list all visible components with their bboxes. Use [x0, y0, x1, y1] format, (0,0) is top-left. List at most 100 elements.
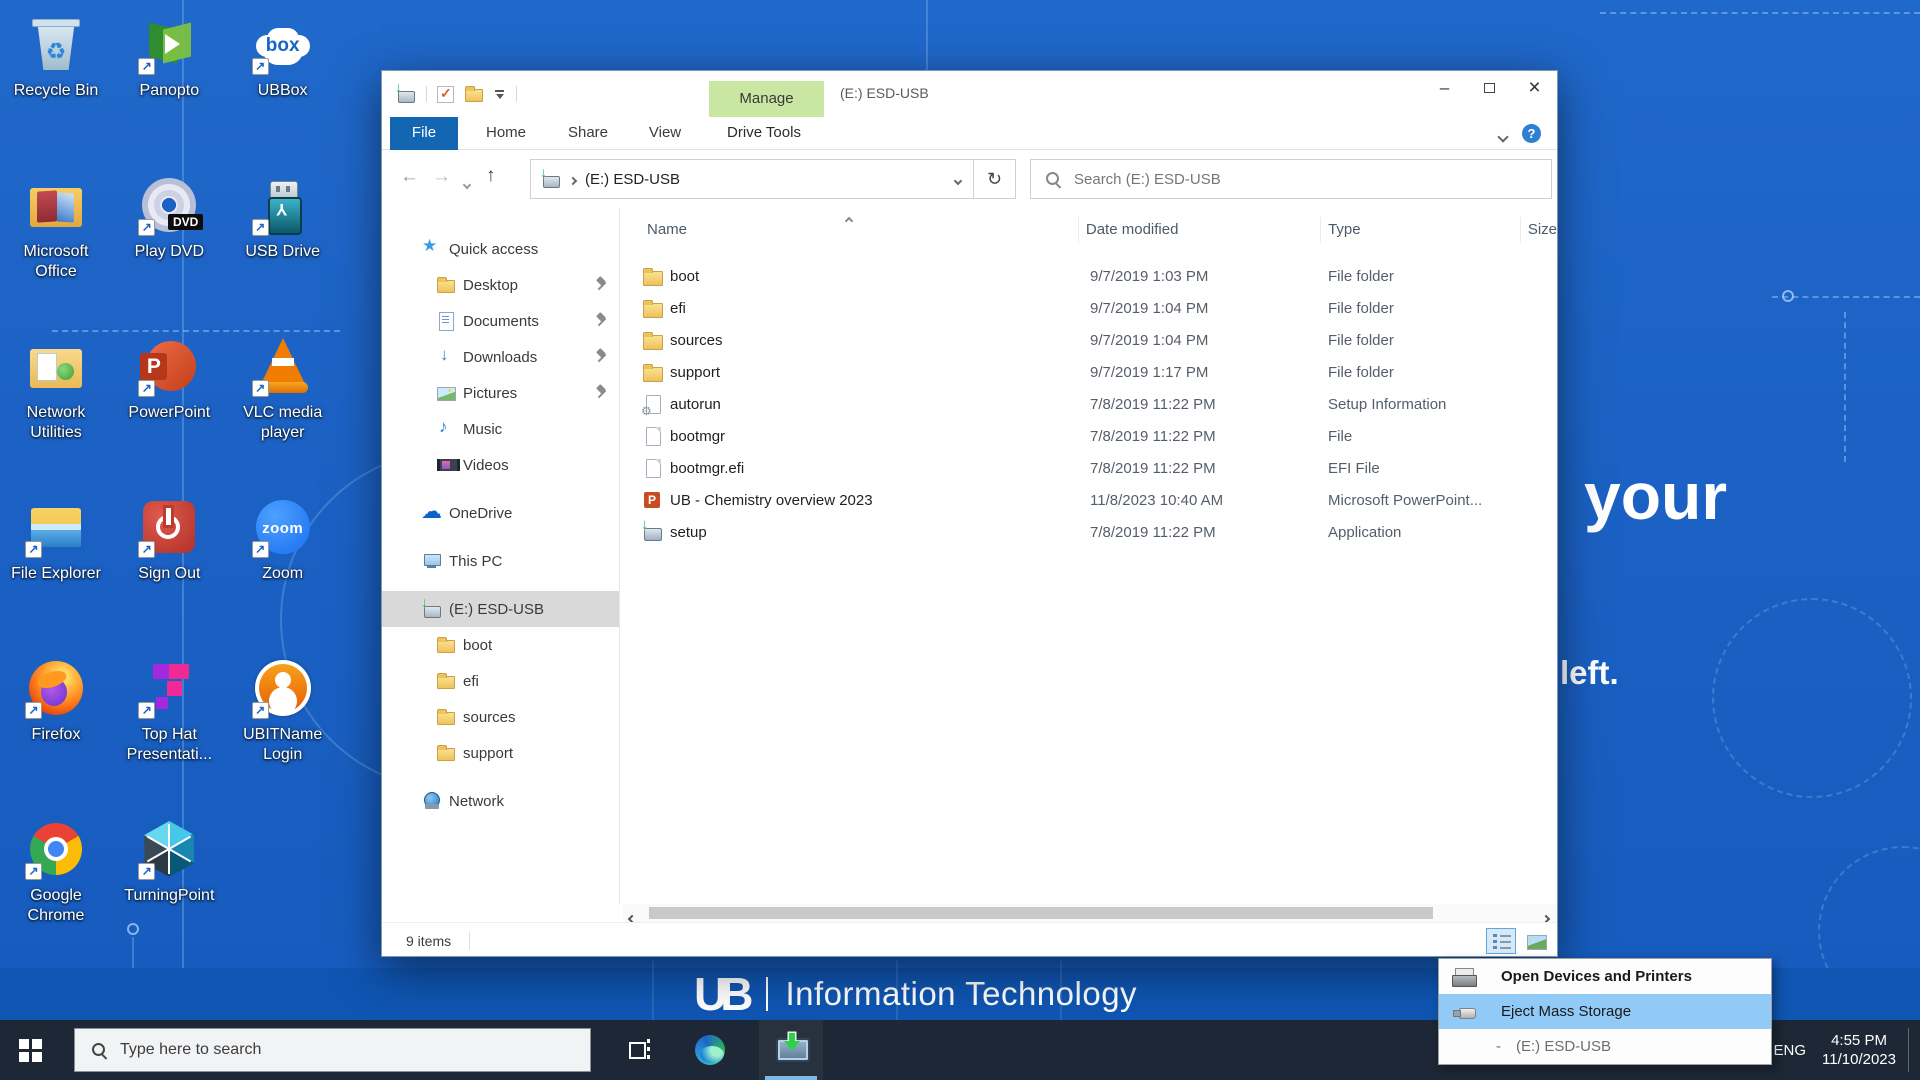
breadcrumb-chevron-icon[interactable]	[570, 171, 576, 188]
file-date-modified: 9/7/2019 1:17 PM	[1083, 364, 1321, 381]
file-row[interactable]: support 9/7/2019 1:17 PM File folder	[620, 356, 1557, 388]
back-button[interactable]: ←	[400, 166, 419, 188]
close-button[interactable]: ×	[1512, 71, 1557, 105]
customize-qat-icon[interactable]	[494, 88, 506, 100]
nav-item[interactable]: Videos	[382, 447, 619, 483]
sort-ascending-icon[interactable]	[846, 211, 852, 228]
file-row[interactable]: bootmgr 7/8/2019 11:22 PM File	[620, 420, 1557, 452]
nav-item[interactable]: (E:) ESD-USB	[382, 591, 619, 627]
file-row[interactable]: efi 9/7/2019 1:04 PM File folder	[620, 292, 1557, 324]
nav-item[interactable]: OneDrive	[382, 495, 619, 531]
desktop-icon-panopto[interactable]: Panopto	[113, 6, 225, 167]
window-title: (E:) ESD-USB	[840, 85, 929, 101]
desktop-icon-turningpoint[interactable]: TurningPoint	[113, 811, 225, 972]
file-row[interactable]: setup 7/8/2019 11:22 PM Application	[620, 516, 1557, 548]
recent-locations-icon[interactable]	[464, 175, 470, 192]
file-row[interactable]: sources 9/7/2019 1:04 PM File folder	[620, 324, 1557, 356]
taskbar-clock[interactable]: 4:55 PM 11/10/2023	[1822, 1031, 1896, 1069]
language-indicator[interactable]: ENG	[1774, 1042, 1807, 1059]
desktop-icon-label: Top Hat Presentati...	[114, 725, 224, 765]
new-folder-icon[interactable]	[464, 84, 484, 104]
scrollbar-thumb[interactable]	[649, 907, 1433, 919]
nav-item[interactable]: Network	[382, 783, 619, 819]
details-view-button[interactable]	[1486, 928, 1516, 954]
desktop-icon-microsoft-office[interactable]: Microsoft Office	[0, 167, 112, 328]
tab-file[interactable]: File	[390, 117, 458, 150]
help-button[interactable]: ?	[1522, 124, 1541, 143]
desktop-icon-file-explorer[interactable]: File Explorer	[0, 489, 112, 650]
eject-menu-item[interactable]: Eject Mass Storage	[1439, 994, 1771, 1029]
address-dropdown-icon[interactable]	[955, 171, 961, 188]
eject-menu-item[interactable]: Open Devices and Printers	[1439, 959, 1771, 994]
desktop-icon-google-chrome[interactable]: Google Chrome	[0, 811, 112, 972]
contextual-tab-manage[interactable]: Manage	[709, 81, 824, 117]
desktop-icon-vlc[interactable]: VLC media player	[227, 328, 339, 489]
expand-ribbon-icon[interactable]	[1499, 128, 1507, 145]
ub-logo: UB	[694, 967, 766, 1021]
address-bar[interactable]: (E:) ESD-USB	[530, 159, 974, 199]
window-titlebar[interactable]: Manage (E:) ESD-USB – ×	[382, 71, 1557, 117]
shortcut-arrow-icon	[138, 380, 155, 397]
breadcrumb[interactable]: (E:) ESD-USB	[585, 171, 680, 188]
nav-item[interactable]: Downloads	[382, 339, 619, 375]
explorer-search-box[interactable]	[1030, 159, 1552, 199]
tab-view[interactable]: View	[637, 117, 693, 150]
desktop-icon-network-utilities[interactable]: Network Utilities	[0, 328, 112, 489]
column-header-date-modified[interactable]: Date modified	[1078, 217, 1320, 243]
toolbar-separator	[426, 86, 427, 102]
tab-drive-tools[interactable]: Drive Tools	[714, 117, 814, 150]
nav-item[interactable]: This PC	[382, 543, 619, 579]
refresh-button[interactable]: ↻	[974, 159, 1016, 199]
desktop-icon-usb-drive[interactable]: USB Drive	[227, 167, 339, 328]
file-row[interactable]: boot 9/7/2019 1:03 PM File folder	[620, 260, 1557, 292]
show-desktop-button[interactable]	[1909, 1020, 1920, 1080]
edge-browser-icon[interactable]	[695, 1035, 725, 1065]
tab-home[interactable]: Home	[477, 117, 535, 150]
forward-button[interactable]: →	[432, 166, 451, 188]
nav-item[interactable]: Desktop	[382, 267, 619, 303]
file-row[interactable]: UB - Chemistry overview 2023 11/8/2023 1…	[620, 484, 1557, 516]
taskbar-search-box[interactable]	[74, 1028, 591, 1072]
thumbnail-view-button[interactable]	[1522, 928, 1549, 954]
task-view-button[interactable]	[629, 1039, 653, 1061]
column-header-type[interactable]: Type	[1320, 217, 1520, 243]
desktop-icon-sign-out[interactable]: Sign Out	[113, 489, 225, 650]
taskbar-explorer-drive-button[interactable]	[759, 1020, 823, 1080]
start-button[interactable]	[0, 1020, 60, 1080]
nav-item[interactable]: efi	[382, 663, 619, 699]
eject-menu-item[interactable]: - (E:) ESD-USB	[1439, 1029, 1771, 1064]
desktop-icon-firefox[interactable]: Firefox	[0, 650, 112, 811]
nav-item[interactable]: boot	[382, 627, 619, 663]
desktop-icon-zoom[interactable]: zoom Zoom	[227, 489, 339, 650]
file-name: sources	[670, 332, 1083, 349]
maximize-button[interactable]	[1467, 71, 1512, 105]
nav-item[interactable]: Quick access	[382, 231, 619, 267]
nav-item[interactable]: sources	[382, 699, 619, 735]
shortcut-arrow-icon	[252, 541, 269, 558]
desktop-icon-play-dvd[interactable]: DVD Play DVD	[113, 167, 225, 328]
taskbar-search-input[interactable]	[120, 1041, 560, 1059]
nav-item-icon	[436, 635, 456, 655]
up-button[interactable]: ↑	[486, 165, 496, 187]
nav-item[interactable]: Documents	[382, 303, 619, 339]
nav-item-icon	[422, 239, 442, 259]
file-row[interactable]: bootmgr.efi 7/8/2019 11:22 PM EFI File	[620, 452, 1557, 484]
desktop-icon-top-hat[interactable]: Top Hat Presentati...	[113, 650, 225, 811]
properties-check-icon[interactable]	[437, 86, 454, 103]
minimize-button[interactable]: –	[1422, 71, 1467, 105]
desktop-icon-powerpoint[interactable]: P PowerPoint	[113, 328, 225, 489]
nav-item[interactable]: Music	[382, 411, 619, 447]
file-row[interactable]: autorun 7/8/2019 11:22 PM Setup Informat…	[620, 388, 1557, 420]
nav-item[interactable]: Pictures	[382, 375, 619, 411]
nav-item[interactable]: support	[382, 735, 619, 771]
explorer-search-input[interactable]	[1074, 171, 1494, 188]
nav-item-label: Videos	[463, 457, 509, 474]
desktop-icon-recycle-bin[interactable]: Recycle Bin	[0, 6, 112, 167]
desktop-icon-ubbox[interactable]: box UBBox	[227, 6, 339, 167]
file-date-modified: 7/8/2019 11:22 PM	[1083, 396, 1321, 413]
desktop-icon-label: Network Utilities	[1, 403, 111, 443]
horizontal-scrollbar[interactable]	[623, 904, 1557, 922]
desktop-icon-ubitname-login[interactable]: UBITName Login	[227, 650, 339, 811]
column-header-size[interactable]: Size	[1520, 217, 1557, 243]
tab-share[interactable]: Share	[559, 117, 617, 150]
